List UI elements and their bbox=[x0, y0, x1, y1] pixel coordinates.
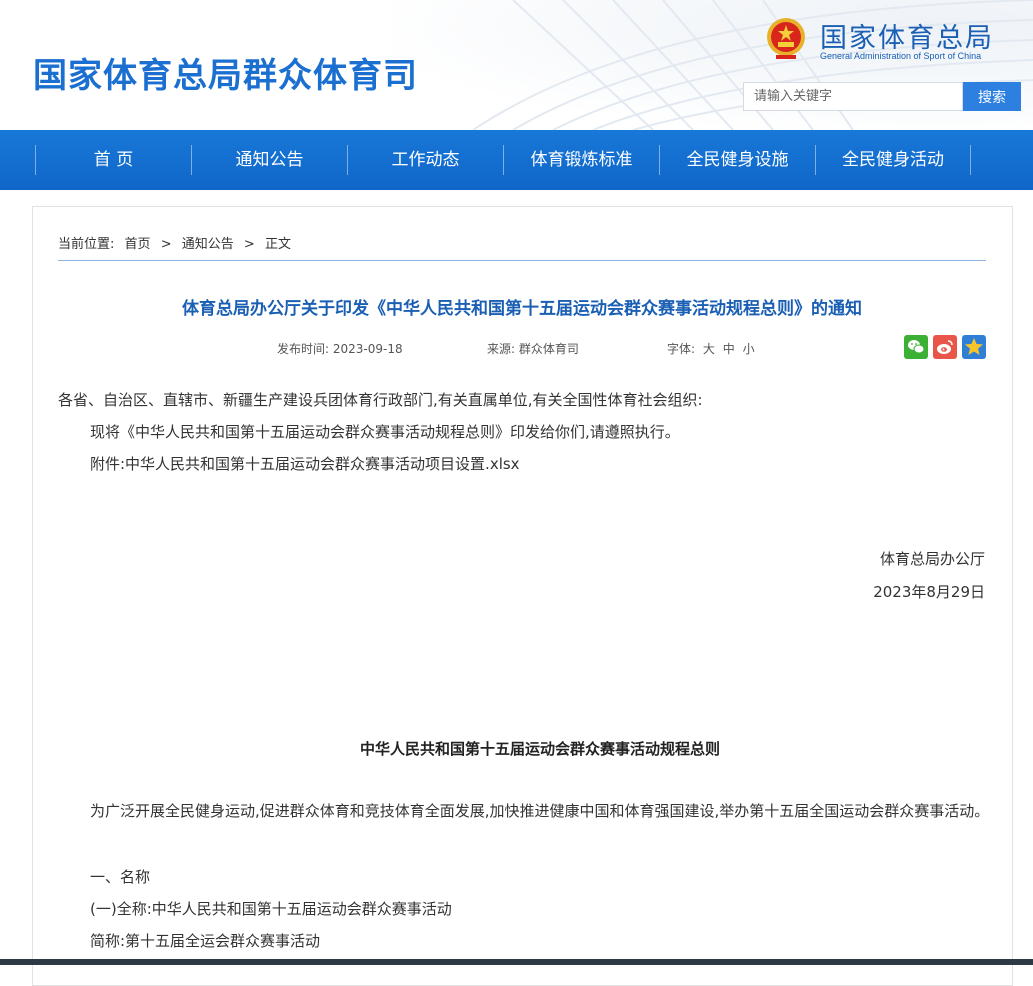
font-size-label: 字体: bbox=[667, 342, 696, 356]
publish-date-value: 2023-09-18 bbox=[332, 342, 403, 356]
article-container bbox=[32, 206, 1013, 986]
favorite-button[interactable] bbox=[962, 335, 986, 359]
article-source: 来源: 群众体育司 bbox=[487, 340, 579, 357]
share-wechat-button[interactable] bbox=[904, 335, 928, 359]
star-icon bbox=[962, 335, 986, 359]
national-emblem-icon bbox=[767, 18, 805, 59]
taskbar-strip bbox=[0, 959, 1033, 965]
nav-item-notices[interactable]: 通知公告 bbox=[191, 145, 347, 175]
breadcrumb-separator: > bbox=[160, 237, 172, 252]
share-weibo-button[interactable] bbox=[933, 335, 957, 359]
font-size-small[interactable]: 小 bbox=[743, 342, 755, 356]
nav-item-home[interactable]: 首 页 bbox=[35, 145, 191, 175]
breadcrumb-home[interactable]: 首页 bbox=[125, 237, 151, 252]
notice-line: 现将《中华人民共和国第十五届运动会群众赛事活动规程总则》印发给你们,请遵照执行。 bbox=[90, 423, 680, 441]
nav-item-work-news[interactable]: 工作动态 bbox=[347, 145, 503, 175]
search-button[interactable]: 搜索 bbox=[963, 82, 1021, 111]
font-size-large[interactable]: 大 bbox=[703, 342, 715, 356]
publish-date: 发布时间: 2023-09-18 bbox=[277, 340, 403, 357]
font-size-medium[interactable]: 中 bbox=[723, 342, 735, 356]
article-title: 体育总局办公厅关于印发《中华人民共和国第十五届运动会群众赛事活动规程总则》的通知 bbox=[182, 299, 862, 319]
search-input[interactable] bbox=[743, 82, 963, 111]
publish-label: 发布时间: bbox=[277, 342, 330, 356]
source-value: 群众体育司 bbox=[518, 342, 579, 356]
nav-item-fitness-activities[interactable]: 全民健身活动 bbox=[815, 145, 971, 175]
sport-admin-logo[interactable]: 国家体育总局 General Administration of Sport o… bbox=[766, 16, 1026, 64]
salutation-text: 各省、自治区、直辖市、新疆生产建设兵团体育行政部门,有关直属单位,有关全国性体育… bbox=[58, 391, 703, 409]
rules-item: (一)全称:中华人民共和国第十五届运动会群众赛事活动 bbox=[90, 900, 452, 918]
wechat-icon bbox=[904, 335, 928, 359]
breadcrumb-prefix: 当前位置: bbox=[58, 237, 115, 252]
logo-chinese-text: 国家体育总局 bbox=[820, 23, 994, 54]
breadcrumb-current: 正文 bbox=[264, 237, 291, 252]
site-title[interactable]: 国家体育总局群众体育司 bbox=[33, 48, 418, 97]
nav-item-fitness-facilities[interactable]: 全民健身设施 bbox=[659, 145, 815, 175]
signature-date: 2023年8月29日 bbox=[873, 583, 985, 601]
weibo-icon bbox=[933, 335, 957, 359]
rules-item: 简称:第十五届全运会群众赛事活动 bbox=[90, 932, 321, 950]
logo-english-text: General Administration of Sport of China bbox=[820, 51, 982, 61]
breadcrumb-notices[interactable]: 通知公告 bbox=[182, 237, 234, 252]
signature-text: 体育总局办公厅 bbox=[879, 550, 985, 568]
section-heading: 一、名称 bbox=[90, 868, 151, 886]
attachment-link[interactable]: 附件:中华人民共和国第十五届运动会群众赛事活动项目设置.xlsx bbox=[90, 453, 520, 474]
rules-paragraph: 为广泛开展全民健身运动,促进群众体育和竞技体育全面发展,加快推进健康中国和体育强… bbox=[90, 802, 990, 820]
font-size-selector: 字体: 大 中 小 bbox=[667, 340, 755, 357]
breadcrumb-separator: > bbox=[243, 237, 255, 252]
breadcrumb: 当前位置: 首页 > 通知公告 > 正文 bbox=[58, 233, 297, 252]
source-label: 来源: bbox=[487, 342, 516, 356]
rules-title: 中华人民共和国第十五届运动会群众赛事活动规程总则 bbox=[359, 740, 720, 758]
site-header: 国家体育总局群众体育司 国家体育总局 General Administratio… bbox=[0, 0, 1033, 130]
main-nav: 首 页 通知公告 工作动态 体育锻炼标准 全民健身设施 全民健身活动 bbox=[0, 130, 1033, 190]
nav-item-fitness-standards[interactable]: 体育锻炼标准 bbox=[503, 145, 659, 175]
breadcrumb-divider bbox=[58, 260, 986, 261]
